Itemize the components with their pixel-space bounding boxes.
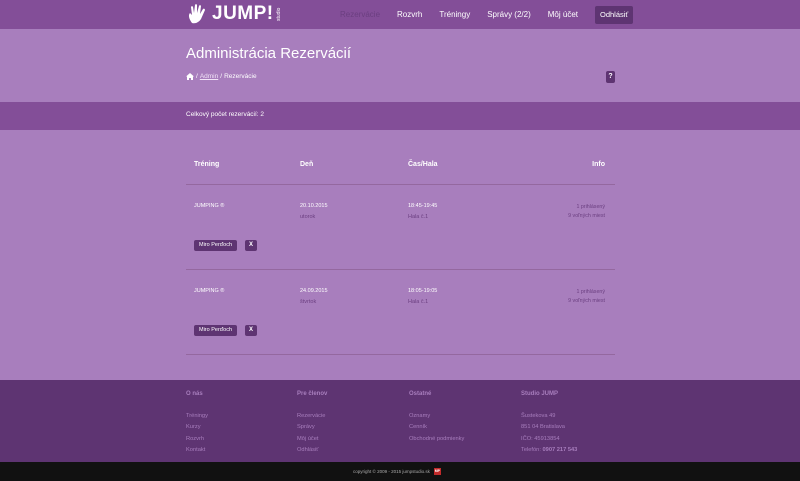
footer-link[interactable]: Kontakt [186,445,208,456]
footer-col-studio: Studio JUMP Šustekova 49 851 04 Bratisla… [521,391,577,456]
footer-link[interactable]: Cenník [409,422,464,433]
registered-count: 1 prihlásený [576,204,605,210]
delete-button[interactable]: X [245,325,257,336]
studio-phone: Telefón: 0907 217 543 [521,445,577,456]
studio-street: Šustekova 49 [521,413,556,419]
phone-number: 0907 217 543 [542,446,578,453]
capacity-info: 1 prihlásený 9 voľných miest [568,203,605,221]
footer-link[interactable]: Kurzy [186,422,208,433]
participant-button[interactable]: Miro Perďoch [194,240,238,251]
hand-logo-icon [188,4,205,24]
footer-link[interactable]: Rozvrh [186,434,208,445]
copyright: copyright © 2009 - 2015 jumpstudio.sk MP [353,468,441,475]
breadcrumb: / Admin / Rezervácie [186,73,257,80]
footer-col-other: Ostatné Oznamy Cenník Obchodné podmienky [409,391,464,445]
col-day: Deň [300,161,314,168]
help-button[interactable]: ? [606,71,615,83]
reservation-count: Celkový počet rezervácií: 2 [186,111,265,118]
footer-link[interactable]: Môj účet [297,434,327,445]
nav-item-moj-ucet[interactable]: Môj účet [548,6,578,24]
hall: Hala č.1 [408,299,429,305]
brand-name: JUMP! [212,3,274,24]
time: 18:05-19:05 [408,288,438,294]
col-training: Tréning [194,161,220,168]
breadcrumb-admin-link[interactable]: Admin [200,73,218,80]
nav-item-spravy[interactable]: Správy (2/2) [487,6,531,24]
copyright-text: copyright © 2009 - 2015 jumpstudio.sk [353,469,430,474]
free-places: 9 voľných miest [568,298,605,304]
training-name: JUMPING ® [194,203,225,209]
footer-link[interactable]: Oznamy [409,411,464,422]
breadcrumb-separator: / [220,73,223,80]
page-title: Administrácia Rezervácií [186,45,352,62]
nav-item-treningy[interactable]: Tréningy [439,6,470,24]
time: 18:45-19:45 [408,203,438,209]
table-row: JUMPING ® 24.09.2015 štvrtok 18:05-19:05… [186,270,615,355]
main-nav: Rezervácie Rozvrh Tréningy Správy (2/2) … [340,6,634,24]
page-header [0,29,800,102]
studio-ico: IČO: 45913854 [521,435,560,442]
nav-item-rezervacie[interactable]: Rezervácie [340,6,380,24]
logo[interactable]: JUMP! studio [186,3,282,25]
hall: Hala č.1 [408,214,429,220]
footer-link[interactable]: Obchodné podmienky [409,434,464,445]
studio-city: 851 04 Bratislava [521,424,565,431]
table-row: JUMPING ® 20.10.2015 utorok 18:45-19:45 … [186,185,615,270]
home-icon[interactable] [186,73,194,80]
col-info: Info [592,161,605,168]
footer-heading: Pre členov [297,391,328,397]
author-badge-icon[interactable]: MP [433,468,441,475]
footer-heading: O nás [186,391,203,397]
footer-link[interactable]: Rezervácie [297,411,327,422]
training-name: JUMPING ® [194,288,225,294]
reservations-table: Tréning Deň Čas/Hala Info JUMPING ® 20.1… [186,150,615,355]
col-time: Čas/Hala [408,161,438,168]
table-header: Tréning Deň Čas/Hala Info [186,150,615,185]
phone-label: Telefón: [521,446,541,453]
summary-bar [0,102,800,130]
footer-link[interactable]: Tréningy [186,411,208,422]
capacity-info: 1 prihlásený 9 voľných miest [568,288,605,306]
registered-count: 1 prihlásený [576,289,605,295]
footer-heading: Ostatné [409,391,432,397]
footer-link[interactable]: Odhlásiť [297,445,327,456]
brand-sub: studio [275,7,282,21]
date: 20.10.2015 [300,203,328,209]
footer-heading: Studio JUMP [521,391,558,397]
free-places: 9 voľných miest [568,213,605,219]
footer-col-about: O nás Tréningy Kurzy Rozvrh Kontakt [186,391,208,456]
delete-button[interactable]: X [245,240,257,251]
logout-button[interactable]: Odhlásiť [595,6,634,24]
breadcrumb-current: Rezervácie [224,73,257,80]
date: 24.09.2015 [300,288,328,294]
participant-button[interactable]: Miro Perďoch [194,325,238,336]
footer [0,380,800,462]
breadcrumb-separator: / [196,73,198,80]
footer-link[interactable]: Správy [297,422,327,433]
nav-item-rozvrh[interactable]: Rozvrh [397,6,422,24]
footer-col-members: Pre členov Rezervácie Správy Môj účet Od… [297,391,327,456]
weekday: štvrtok [300,299,317,305]
weekday: utorok [300,214,316,220]
